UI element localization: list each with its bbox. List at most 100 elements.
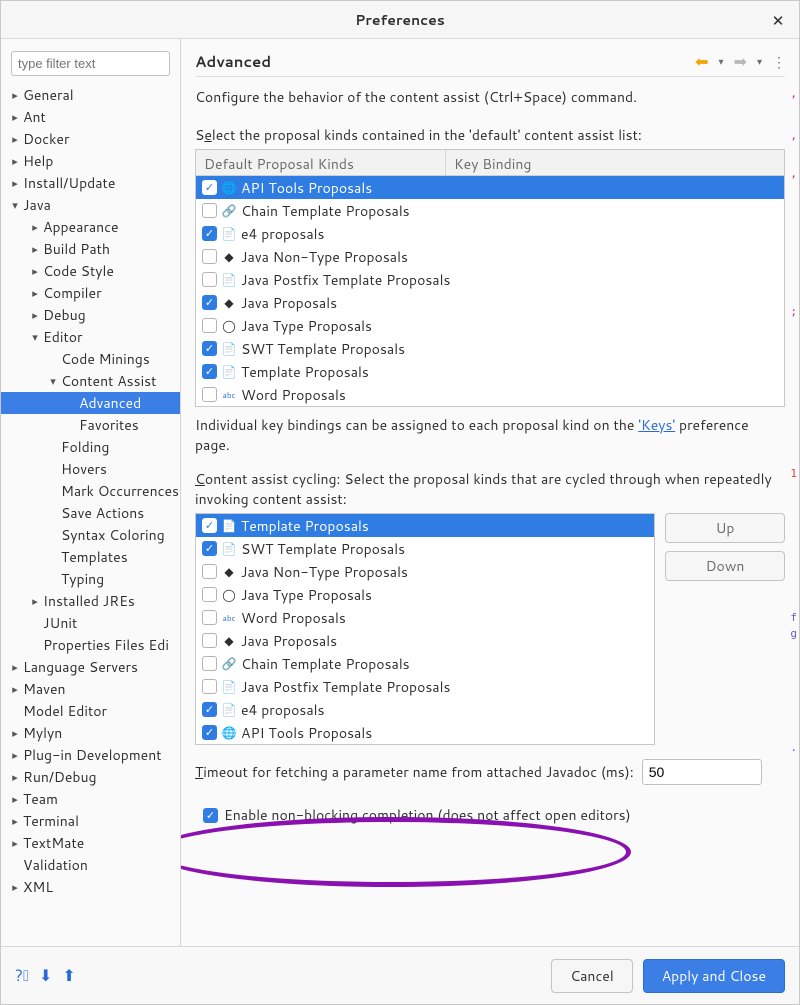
tree-item[interactable]: ▾Java xyxy=(1,194,180,216)
cycling-proposals-table[interactable]: 📄Template Proposals📄SWT Template Proposa… xyxy=(195,513,655,745)
tree-item[interactable]: ▸Team xyxy=(1,788,180,810)
row-checkbox[interactable] xyxy=(202,610,217,625)
chevron-down-icon[interactable]: ▾ xyxy=(47,373,59,389)
cancel-button[interactable]: Cancel xyxy=(551,959,633,993)
close-icon[interactable]: ✕ xyxy=(767,9,789,31)
row-checkbox[interactable] xyxy=(202,387,217,402)
chevron-right-icon[interactable]: ▸ xyxy=(9,835,21,851)
table-row[interactable]: 📄Template Proposals xyxy=(196,514,654,537)
row-checkbox[interactable] xyxy=(202,249,217,264)
chevron-right-icon[interactable]: ▸ xyxy=(9,681,21,697)
tree-item[interactable]: Syntax Coloring xyxy=(1,524,180,546)
tree-item[interactable]: ▸Run/Debug xyxy=(1,766,180,788)
tree-item[interactable]: ▸TextMate xyxy=(1,832,180,854)
down-button[interactable]: Down xyxy=(665,551,785,581)
row-checkbox[interactable] xyxy=(202,656,217,671)
row-checkbox[interactable] xyxy=(202,702,217,717)
tree-item[interactable]: ▸Plug-in Development xyxy=(1,744,180,766)
chevron-down-icon[interactable]: ▾ xyxy=(9,197,21,213)
table-row[interactable]: 📄SWT Template Proposals xyxy=(196,337,784,360)
table-row[interactable]: ◆Java Non-Type Proposals xyxy=(196,245,784,268)
table-row[interactable]: 📄Java Postfix Template Proposals xyxy=(196,675,654,698)
chevron-right-icon[interactable]: ▸ xyxy=(9,791,21,807)
tree-item[interactable]: Typing xyxy=(1,568,180,590)
tree-item[interactable]: ▸Build Path xyxy=(1,238,180,260)
table-row[interactable]: 🌐API Tools Proposals xyxy=(196,721,654,744)
chevron-right-icon[interactable]: ▸ xyxy=(29,307,41,323)
chevron-right-icon[interactable]: ▸ xyxy=(9,109,21,125)
table-row[interactable]: abcWord Proposals xyxy=(196,383,784,406)
tree-item[interactable]: ▸Installed JREs xyxy=(1,590,180,612)
apply-close-button[interactable]: Apply and Close xyxy=(643,959,785,993)
row-checkbox[interactable] xyxy=(202,272,217,287)
tree-item[interactable]: Hovers xyxy=(1,458,180,480)
chevron-right-icon[interactable]: ▸ xyxy=(9,813,21,829)
chevron-right-icon[interactable]: ▸ xyxy=(9,131,21,147)
tree-item[interactable]: Code Minings xyxy=(1,348,180,370)
row-checkbox[interactable] xyxy=(202,295,217,310)
table-row[interactable]: ◯Java Type Proposals xyxy=(196,314,784,337)
chevron-right-icon[interactable]: ▸ xyxy=(29,241,41,257)
row-checkbox[interactable] xyxy=(202,679,217,694)
up-button[interactable]: Up xyxy=(665,513,785,543)
tree-item[interactable]: ▾Content Assist xyxy=(1,370,180,392)
default-proposals-table[interactable]: Default Proposal Kinds Key Binding 🌐API … xyxy=(195,149,785,407)
tree-item[interactable]: ▸Language Servers xyxy=(1,656,180,678)
chevron-right-icon[interactable]: ▸ xyxy=(9,879,21,895)
row-checkbox[interactable] xyxy=(202,725,217,740)
tree-item[interactable]: ▸Terminal xyxy=(1,810,180,832)
row-checkbox[interactable] xyxy=(202,226,217,241)
chevron-right-icon[interactable]: ▸ xyxy=(29,593,41,609)
tree-item[interactable]: ▸Maven xyxy=(1,678,180,700)
tree-item[interactable]: ▸Debug xyxy=(1,304,180,326)
timeout-input[interactable] xyxy=(642,759,762,785)
row-checkbox[interactable] xyxy=(202,203,217,218)
table-row[interactable]: 📄e4 proposals xyxy=(196,222,784,245)
tree-item[interactable]: ▸Mylyn xyxy=(1,722,180,744)
table-row[interactable]: abcWord Proposals xyxy=(196,606,654,629)
tree-item[interactable]: Mark Occurrences xyxy=(1,480,180,502)
tree-item[interactable]: Folding xyxy=(1,436,180,458)
row-checkbox[interactable] xyxy=(202,180,217,195)
table-row[interactable]: ◆Java Proposals xyxy=(196,291,784,314)
row-checkbox[interactable] xyxy=(202,364,217,379)
row-checkbox[interactable] xyxy=(202,633,217,648)
chevron-right-icon[interactable]: ▸ xyxy=(29,219,41,235)
tree-item[interactable]: ▸Docker xyxy=(1,128,180,150)
table-row[interactable]: ◆Java Proposals xyxy=(196,629,654,652)
chevron-right-icon[interactable]: ▸ xyxy=(9,769,21,785)
page-menu-icon[interactable]: ⋮ xyxy=(772,52,785,72)
nonblocking-checkbox[interactable] xyxy=(203,808,218,823)
chevron-right-icon[interactable]: ▸ xyxy=(9,153,21,169)
tree-item[interactable]: ▸Install/Update xyxy=(1,172,180,194)
table-row[interactable]: 📄SWT Template Proposals xyxy=(196,537,654,560)
tree-item[interactable]: ▸XML xyxy=(1,876,180,898)
tree-item[interactable]: Templates xyxy=(1,546,180,568)
chevron-right-icon[interactable]: ▸ xyxy=(29,263,41,279)
row-checkbox[interactable] xyxy=(202,541,217,556)
import-icon[interactable]: ⬇ xyxy=(39,964,52,987)
table-row[interactable]: ◯Java Type Proposals xyxy=(196,583,654,606)
tree-item[interactable]: ▸Appearance xyxy=(1,216,180,238)
row-checkbox[interactable] xyxy=(202,518,217,533)
chevron-right-icon[interactable]: ▸ xyxy=(9,747,21,763)
tree-item[interactable]: ▸Code Style xyxy=(1,260,180,282)
tree-item[interactable]: Save Actions xyxy=(1,502,180,524)
row-checkbox[interactable] xyxy=(202,587,217,602)
tree-item[interactable]: Advanced xyxy=(1,392,180,414)
tree-item[interactable]: ▸Ant xyxy=(1,106,180,128)
back-menu-icon[interactable]: ▾ xyxy=(719,55,724,69)
tree-item[interactable]: Validation xyxy=(1,854,180,876)
row-checkbox[interactable] xyxy=(202,564,217,579)
tree-item[interactable]: JUnit xyxy=(1,612,180,634)
chevron-right-icon[interactable]: ▸ xyxy=(9,87,21,103)
chevron-right-icon[interactable]: ▸ xyxy=(29,285,41,301)
column-header-keybinding[interactable]: Key Binding xyxy=(446,150,784,175)
forward-menu-icon[interactable]: ▾ xyxy=(757,55,762,69)
tree-item[interactable]: ▸General xyxy=(1,84,180,106)
tree-item[interactable]: ▾Editor xyxy=(1,326,180,348)
table-row[interactable]: 📄Template Proposals xyxy=(196,360,784,383)
filter-input[interactable] xyxy=(11,51,170,76)
chevron-down-icon[interactable]: ▾ xyxy=(29,329,41,345)
tree-item[interactable]: Favorites xyxy=(1,414,180,436)
